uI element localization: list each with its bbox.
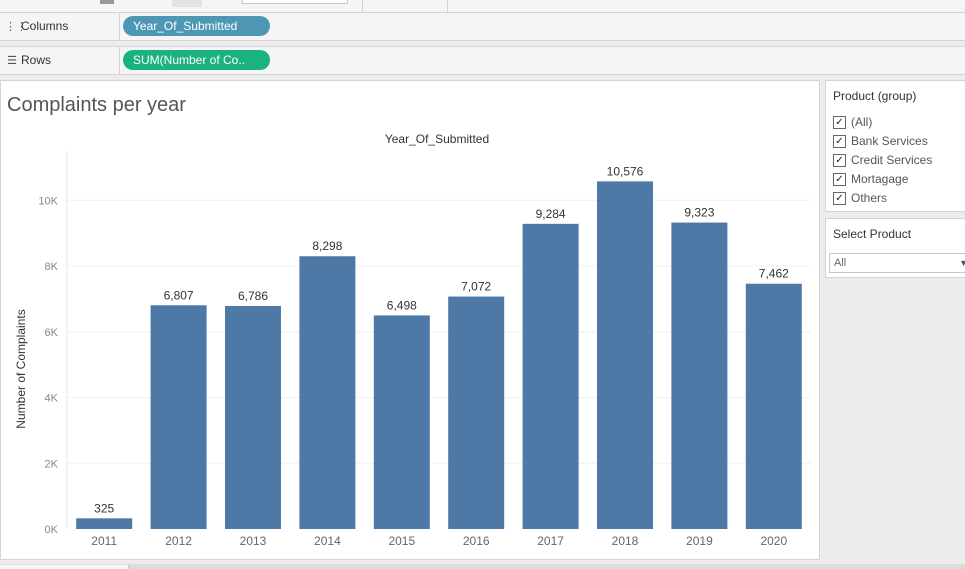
bar [299, 256, 356, 529]
x-tick-label: 2018 [612, 534, 639, 548]
data-label: 6,498 [387, 298, 417, 312]
dropdown-value: All [834, 257, 847, 269]
x-tick-label: 2011 [91, 534, 117, 548]
toolbar-button[interactable] [100, 0, 114, 4]
toolbar-strip [0, 0, 965, 13]
filter-title: Product (group) [833, 89, 917, 103]
data-label: 6,786 [238, 289, 268, 303]
y-tick-label: 6K [45, 327, 59, 339]
rows-shelf-label: ☰ Rows [0, 47, 120, 74]
product-group-filter: Product (group) ✓ (All) ✓ Bank Services ✓ Cre… [825, 80, 965, 212]
data-label: 6,807 [164, 288, 194, 302]
data-label: 9,284 [536, 207, 566, 221]
bar [671, 222, 728, 529]
bar [522, 223, 579, 529]
chart-view: Complaints per year Year_Of_Submitted 0K… [0, 80, 820, 560]
checkbox[interactable]: ✓ [833, 135, 846, 148]
columns-shelf: ⋮⋮Columns Year_Of_Submitted [0, 13, 965, 41]
data-label: 9,323 [684, 206, 714, 220]
x-tick-label: 2019 [686, 534, 713, 548]
select-product-dropdown[interactable]: All ▼ [829, 253, 965, 273]
filter-item-label: Others [851, 191, 888, 205]
rows-pill[interactable]: SUM(Number of Co.. [123, 50, 270, 70]
bar-chart: Year_Of_Submitted 0K 2K 4K 6K 8K 10K 325 6,807… [14, 132, 811, 548]
x-tick-label: 2014 [314, 534, 341, 548]
data-label: 7,462 [759, 267, 789, 281]
y-tick-label: 8K [45, 261, 59, 273]
x-tick-label: 2015 [388, 534, 415, 548]
data-label: 10,576 [607, 164, 644, 178]
bar [373, 315, 430, 529]
filter-item-label: (All) [851, 115, 873, 129]
rows-shelf: ☰ Rows SUM(Number of Co.. [0, 46, 965, 75]
y-axis-title: Number of Complaints [14, 309, 28, 428]
filter-item-label: Credit Services [851, 153, 933, 167]
filter-title: Select Product [833, 227, 912, 241]
select-product-filter: Select Product All ▼ [825, 218, 965, 278]
sheet-tab[interactable] [0, 565, 129, 569]
sheet-tabs-bar [0, 564, 965, 569]
filter-item[interactable]: ✓ Others [833, 189, 887, 208]
rows-icon: ☰ [7, 55, 17, 67]
x-tick-label: 2020 [760, 534, 787, 548]
bar [225, 305, 281, 529]
columns-icon: ⋮⋮ [5, 21, 27, 33]
checkbox[interactable]: ✓ [833, 154, 846, 167]
y-tick-label: 10K [38, 195, 58, 207]
checkbox[interactable]: ✓ [833, 173, 846, 186]
x-tick-label: 2013 [240, 534, 267, 548]
y-tick-label: 0K [45, 524, 59, 536]
columns-shelf-label: ⋮⋮Columns [0, 13, 120, 40]
filter-item[interactable]: ✓ (All) [833, 113, 872, 132]
checkbox[interactable]: ✓ [833, 116, 846, 129]
data-label: 8,298 [312, 239, 342, 253]
x-tick-label: 2016 [463, 534, 490, 548]
columns-pill[interactable]: Year_Of_Submitted [123, 16, 270, 36]
x-tick-label: 2017 [537, 534, 564, 548]
y-tick-label: 4K [45, 393, 59, 405]
filter-item-label: Bank Services [851, 134, 928, 148]
filter-item[interactable]: ✓ Credit Services [833, 151, 932, 170]
x-tick-label: 2012 [165, 534, 192, 548]
checkbox[interactable]: ✓ [833, 192, 846, 205]
chart-header: Year_Of_Submitted [385, 132, 489, 146]
bar [745, 283, 802, 529]
bar [150, 305, 207, 529]
bar [76, 518, 133, 529]
y-tick-label: 2K [45, 458, 59, 470]
chevron-down-icon: ▼ [959, 258, 965, 268]
bar [448, 296, 505, 529]
filter-item-label: Mortagage [851, 172, 909, 186]
toolbar-dropdown[interactable] [242, 0, 348, 4]
bar [597, 181, 653, 530]
data-label: 325 [94, 501, 114, 515]
filter-item[interactable]: ✓ Mortagage [833, 170, 908, 189]
toolbar-button[interactable] [172, 0, 202, 7]
toolbar-divider [447, 0, 448, 12]
filter-item[interactable]: ✓ Bank Services [833, 132, 928, 151]
toolbar-divider [362, 0, 363, 12]
data-label: 7,072 [461, 280, 491, 294]
